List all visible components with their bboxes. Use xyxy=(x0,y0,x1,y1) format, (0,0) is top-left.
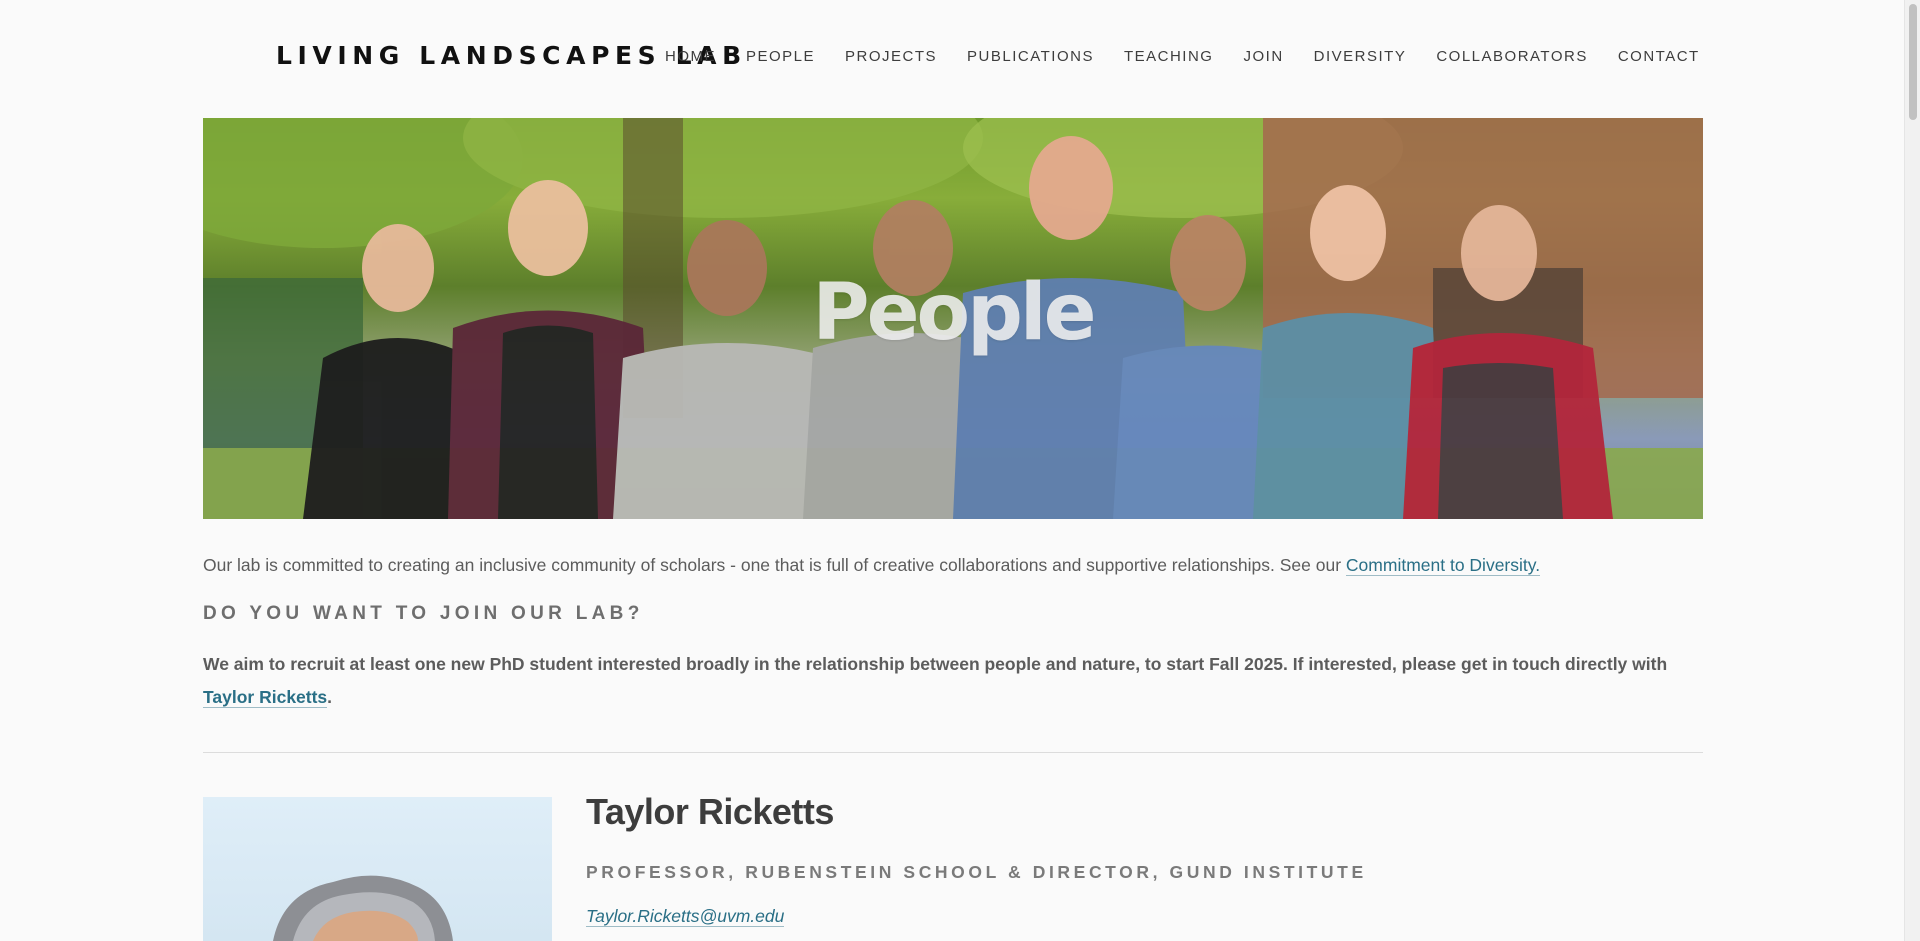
join-heading: DO YOU WANT TO JOIN OUR LAB? xyxy=(203,603,644,624)
nav-people[interactable]: PEOPLE xyxy=(746,48,815,65)
nav-projects[interactable]: PROJECTS xyxy=(845,48,937,65)
nav-publications[interactable]: PUBLICATIONS xyxy=(967,48,1094,65)
nav-join[interactable]: JOIN xyxy=(1243,48,1283,65)
diversity-link[interactable]: Commitment to Diversity. xyxy=(1345,555,1541,576)
hero-banner: People xyxy=(203,118,1703,519)
hero-title: People xyxy=(812,268,1096,358)
nav-teaching[interactable]: TEACHING xyxy=(1124,48,1214,65)
profile-photo-art xyxy=(273,875,453,941)
recruit-paragraph: We aim to recruit at least one new PhD s… xyxy=(203,648,1703,714)
scrollbar-thumb[interactable] xyxy=(1909,4,1917,120)
profile-email: Taylor.Ricketts@uvm.edu xyxy=(586,906,785,927)
taylor-ricketts-link[interactable]: Taylor Ricketts xyxy=(203,687,328,708)
profile-title: PROFESSOR, RUBENSTEIN SCHOOL & DIRECTOR,… xyxy=(586,862,1367,882)
recruit-text: We aim to recruit at least one new PhD s… xyxy=(203,654,1668,674)
recruit-suffix: . xyxy=(327,687,333,707)
page-scrollbar[interactable] xyxy=(1904,0,1920,941)
intro-paragraph: Our lab is committed to creating an incl… xyxy=(203,555,1703,576)
site-header: LIVING LANDSCAPES LAB HOME PEOPLE PROJEC… xyxy=(0,0,1904,116)
main-nav: HOME PEOPLE PROJECTS PUBLICATIONS TEACHI… xyxy=(665,48,1730,65)
profile-name: Taylor Ricketts xyxy=(586,791,834,832)
section-divider xyxy=(203,752,1703,753)
nav-diversity[interactable]: DIVERSITY xyxy=(1314,48,1407,65)
nav-home[interactable]: HOME xyxy=(665,48,716,65)
email-link[interactable]: Taylor.Ricketts@uvm.edu xyxy=(586,906,785,927)
nav-collaborators[interactable]: COLLABORATORS xyxy=(1436,48,1587,65)
intro-text: Our lab is committed to creating an incl… xyxy=(203,555,1346,575)
nav-contact[interactable]: CONTACT xyxy=(1618,48,1700,65)
profile-photo xyxy=(203,797,552,941)
